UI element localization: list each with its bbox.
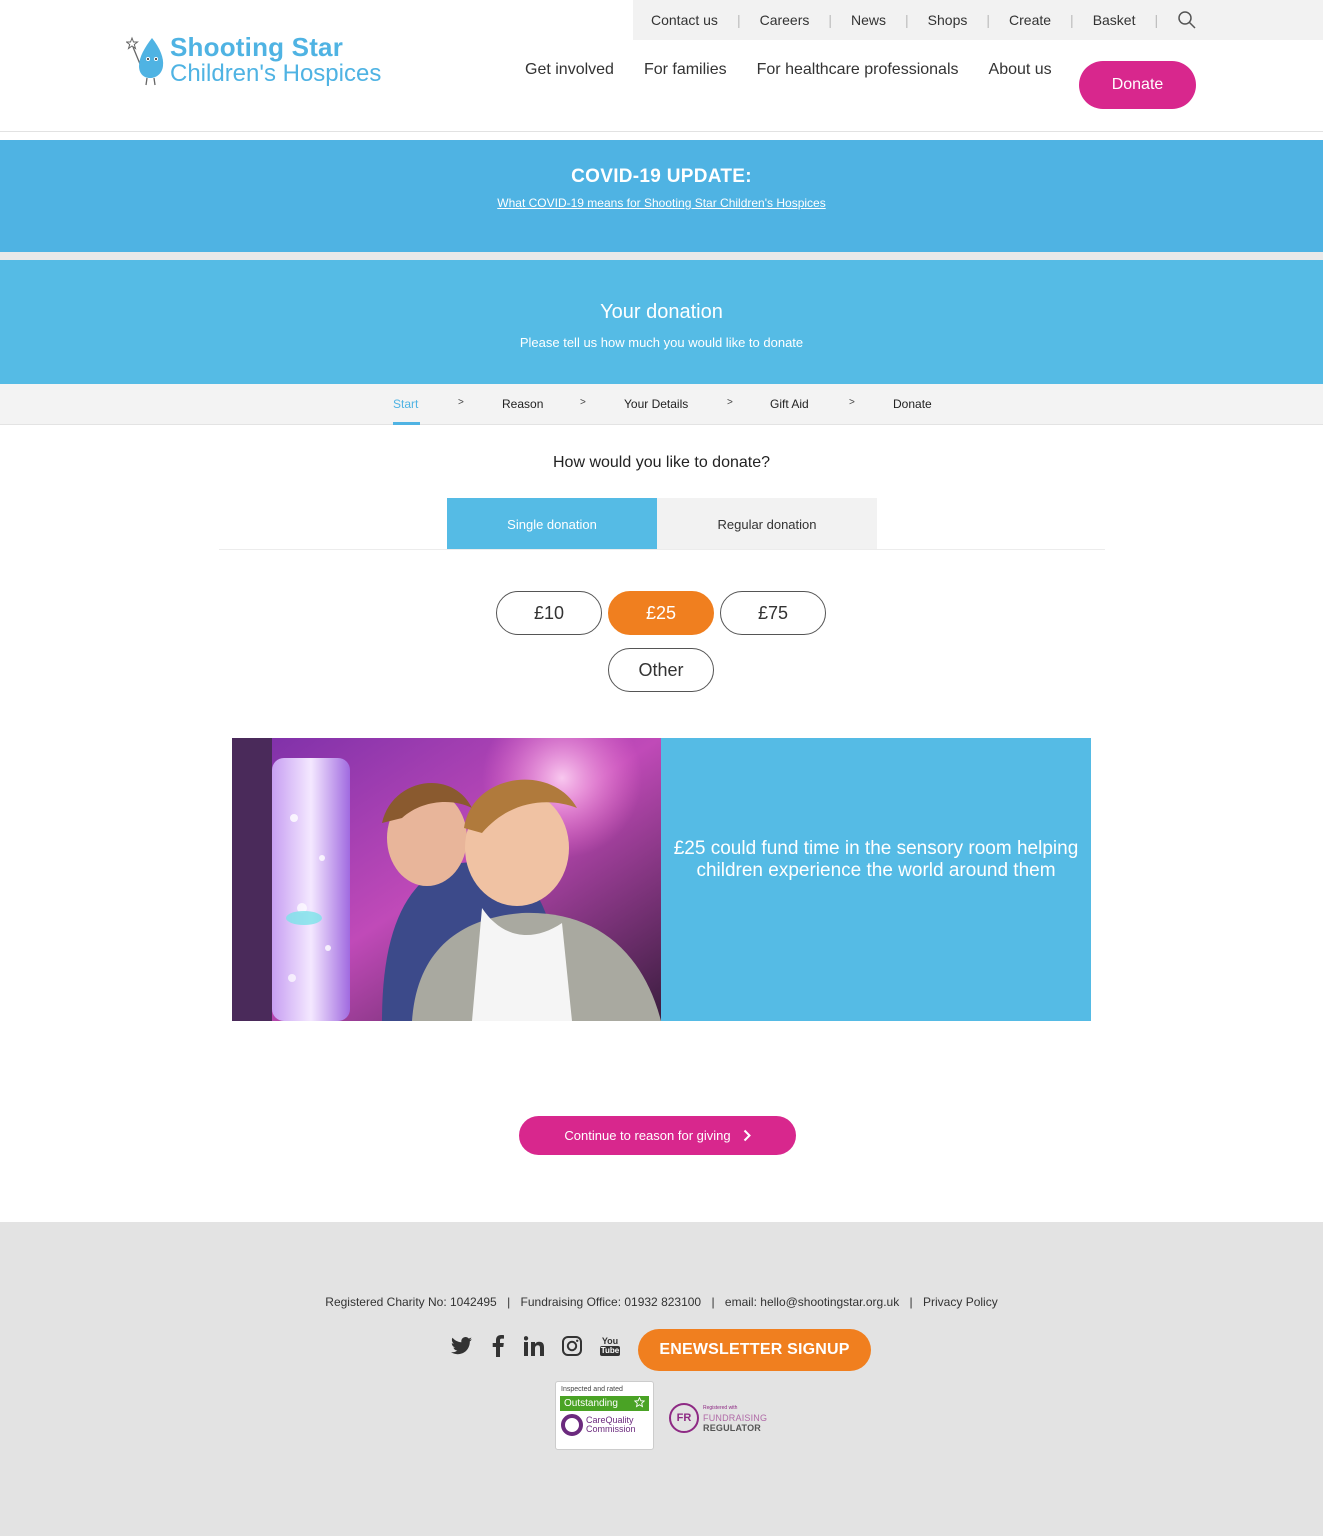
progress-steps: Start > Reason > Your Details > Gift Aid… (0, 384, 1323, 425)
star-icon (633, 1396, 646, 1411)
nav-separator: | (986, 12, 991, 28)
utility-link-shops[interactable]: Shops (928, 12, 968, 28)
utility-link-create[interactable]: Create (1009, 12, 1051, 28)
footer-separator: | (909, 1295, 913, 1309)
nav-healthcare-professionals[interactable]: For healthcare professionals (757, 61, 959, 79)
twitter-icon[interactable] (450, 1334, 474, 1358)
step-separator: > (727, 397, 733, 408)
covid-info-link[interactable]: What COVID-19 means for Shooting Star Ch… (497, 196, 825, 210)
footer-info: Registered Charity No: 1042495 | Fundrai… (0, 1295, 1323, 1309)
youtube-icon-text-bottom: Tube (599, 1345, 621, 1356)
facebook-icon[interactable] (486, 1334, 510, 1358)
footer-separator: | (711, 1295, 715, 1309)
privacy-policy-link[interactable]: Privacy Policy (923, 1295, 998, 1309)
star-mascot-icon (126, 36, 164, 86)
continue-button-label: Continue to reason for giving (564, 1128, 731, 1143)
covid-banner: COVID-19 UPDATE: What COVID-19 means for… (0, 140, 1323, 252)
logo-text-line2: Children's Hospices (170, 60, 382, 87)
nav-separator: | (736, 12, 741, 28)
utility-nav: Contact us | Careers | News | Shops | Cr… (633, 0, 1323, 40)
step-your-details[interactable]: Your Details (624, 397, 688, 411)
nav-separator: | (828, 12, 833, 28)
amount-option-25[interactable]: £25 (608, 591, 714, 635)
step-gift-aid[interactable]: Gift Aid (770, 397, 809, 411)
fr-text-line2: REGULATOR (703, 1423, 761, 1433)
charity-number: Registered Charity No: 1042495 (325, 1295, 497, 1309)
instagram-icon[interactable] (560, 1334, 584, 1358)
sensory-room-illustration (232, 738, 661, 1021)
tab-divider (219, 549, 1105, 550)
step-separator: > (580, 397, 586, 408)
cqc-inspected-text: Inspected and rated (561, 1386, 623, 1393)
amount-option-other[interactable]: Other (608, 648, 714, 692)
fundraising-office: Fundraising Office: 01932 823100 (520, 1295, 702, 1309)
enewsletter-signup-button[interactable]: ENEWSLETTER SIGNUP (638, 1329, 871, 1371)
linkedin-icon[interactable] (522, 1334, 546, 1358)
banner-divider (0, 252, 1323, 260)
donation-hero: Your donation Please tell us how much yo… (0, 260, 1323, 384)
footer-separator: | (507, 1295, 511, 1309)
chevron-right-icon (743, 1129, 751, 1142)
utility-link-news[interactable]: News (851, 12, 886, 28)
tab-regular-donation[interactable]: Regular donation (657, 498, 877, 550)
nav-separator: | (1070, 12, 1074, 28)
cqc-rating-label: Outstanding (564, 1398, 618, 1409)
main-nav: Get involved For families For healthcare… (510, 61, 1067, 79)
step-start[interactable]: Start (393, 397, 418, 411)
impact-message: £25 could fund time in the sensory room … (673, 838, 1079, 881)
page-title: Your donation (600, 301, 723, 323)
cqc-q-icon (561, 1414, 583, 1436)
search-icon[interactable] (1177, 10, 1197, 30)
fr-text-line1: FUNDRAISING (703, 1413, 768, 1423)
step-reason[interactable]: Reason (502, 397, 543, 411)
nav-separator: | (1154, 12, 1159, 28)
fr-registered-text: Registered with (703, 1405, 738, 1411)
footer-email-link[interactable]: email: hello@shootingstar.org.uk (725, 1295, 899, 1309)
social-links: You Tube (450, 1334, 622, 1358)
site-footer: Registered Charity No: 1042495 | Fundrai… (0, 1222, 1323, 1536)
nav-about-us[interactable]: About us (989, 61, 1052, 79)
cqc-rating-bar: Outstanding (560, 1396, 649, 1411)
page-subtitle: Please tell us how much you would like t… (519, 335, 804, 350)
step-separator: > (458, 397, 464, 408)
utility-link-careers[interactable]: Careers (760, 12, 810, 28)
cqc-logo: CareQuality Commission (561, 1414, 653, 1436)
step-separator: > (849, 397, 855, 408)
impact-message-panel: £25 could fund time in the sensory room … (661, 738, 1091, 1021)
active-step-indicator (393, 422, 420, 425)
logo-text-line1: Shooting Star (170, 32, 344, 62)
nav-get-involved[interactable]: Get involved (525, 61, 614, 79)
amount-option-75[interactable]: £75 (720, 591, 826, 635)
nav-separator: | (905, 12, 909, 28)
youtube-icon-text-top: You (601, 1335, 619, 1346)
utility-link-contact-us[interactable]: Contact us (651, 12, 718, 28)
step-donate[interactable]: Donate (893, 397, 932, 411)
tab-single-donation[interactable]: Single donation (447, 498, 657, 550)
sensory-room-photo (232, 738, 661, 1021)
site-header: Contact us | Careers | News | Shops | Cr… (0, 0, 1323, 132)
fr-logo-icon: FR (669, 1403, 699, 1433)
youtube-icon[interactable]: You Tube (598, 1334, 622, 1358)
cqc-rating-badge[interactable]: Inspected and rated Outstanding CareQual… (555, 1381, 654, 1450)
header-donate-button[interactable]: Donate (1079, 61, 1196, 109)
continue-button[interactable]: Continue to reason for giving (519, 1116, 796, 1155)
covid-title: COVID-19 UPDATE: (571, 166, 752, 187)
cqc-name-line2: Commission (586, 1424, 636, 1434)
utility-link-basket[interactable]: Basket (1093, 12, 1136, 28)
site-logo[interactable]: Shooting Star Children's Hospices (126, 34, 381, 86)
fundraising-regulator-badge[interactable]: FR Registered with FUNDRAISING REGULATOR (669, 1403, 767, 1433)
nav-for-families[interactable]: For families (644, 61, 727, 79)
donate-type-question: How would you like to donate? (552, 454, 771, 471)
amount-option-10[interactable]: £10 (496, 591, 602, 635)
